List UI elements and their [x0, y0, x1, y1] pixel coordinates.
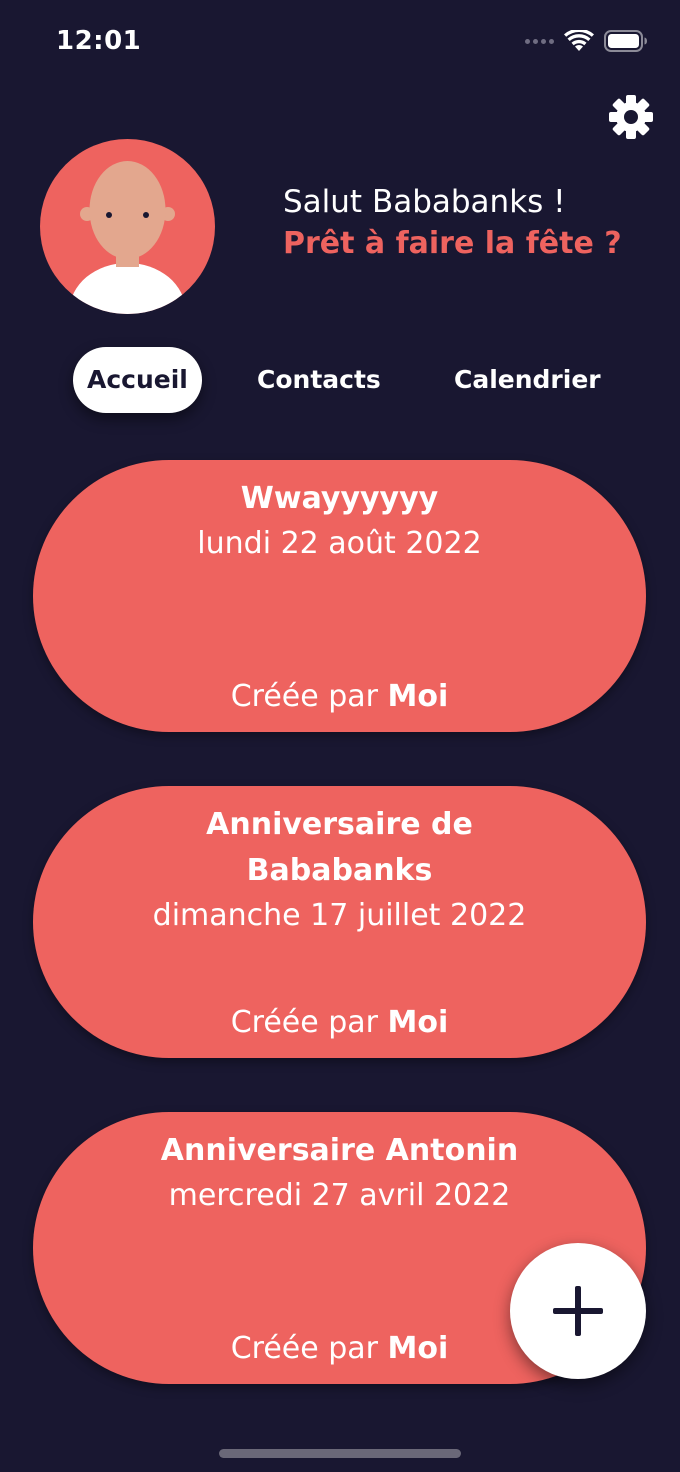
event-creator-name: Moi [387, 679, 449, 714]
tab-calendrier[interactable]: Calendrier [454, 347, 601, 413]
event-card[interactable]: Wwayyyyyy lundi 22 août 2022 Créée par M… [33, 460, 646, 732]
event-created-label: Créée par [230, 679, 378, 714]
event-creator: Créée par Moi [73, 677, 606, 717]
event-title: Wwayyyyyy [240, 481, 439, 516]
greeting-text: Salut Bababanks ! [283, 184, 566, 220]
event-creator-name: Moi [387, 1331, 449, 1366]
settings-button[interactable] [608, 94, 654, 140]
greeting-subtitle: Prêt à faire la fête ? [283, 226, 622, 261]
event-date: mercredi 27 avril 2022 [168, 1178, 511, 1213]
event-date: dimanche 17 juillet 2022 [152, 898, 527, 933]
plus-icon [553, 1286, 603, 1336]
add-event-button[interactable] [510, 1243, 646, 1379]
event-created-label: Créée par [230, 1005, 378, 1040]
event-creator: Créée par Moi [73, 1003, 606, 1043]
event-title: Anniversaire de Bababanks [206, 807, 473, 888]
tab-bar: Accueil Contacts Calendrier [0, 347, 680, 413]
battery-icon [604, 30, 647, 52]
event-created-label: Créée par [230, 1331, 378, 1366]
avatar[interactable] [40, 139, 215, 314]
greeting: Salut Bababanks ! Prêt à faire la fête ? [283, 184, 622, 261]
event-card[interactable]: Anniversaire de Bababanks dimanche 17 ju… [33, 786, 646, 1058]
cellular-dots-icon [525, 38, 554, 44]
tab-accueil[interactable]: Accueil [73, 347, 202, 413]
event-date: lundi 22 août 2022 [197, 526, 482, 561]
wifi-icon [564, 30, 594, 51]
bald-person-avatar [69, 161, 186, 314]
tab-contacts[interactable]: Contacts [257, 347, 381, 413]
status-time: 12:01 [56, 26, 142, 56]
status-icons [525, 30, 648, 52]
event-creator-name: Moi [387, 1005, 449, 1040]
home-indicator[interactable] [219, 1449, 461, 1458]
gear-icon [609, 95, 653, 139]
status-bar: 12:01 [0, 0, 680, 88]
event-title: Anniversaire Antonin [160, 1133, 519, 1168]
